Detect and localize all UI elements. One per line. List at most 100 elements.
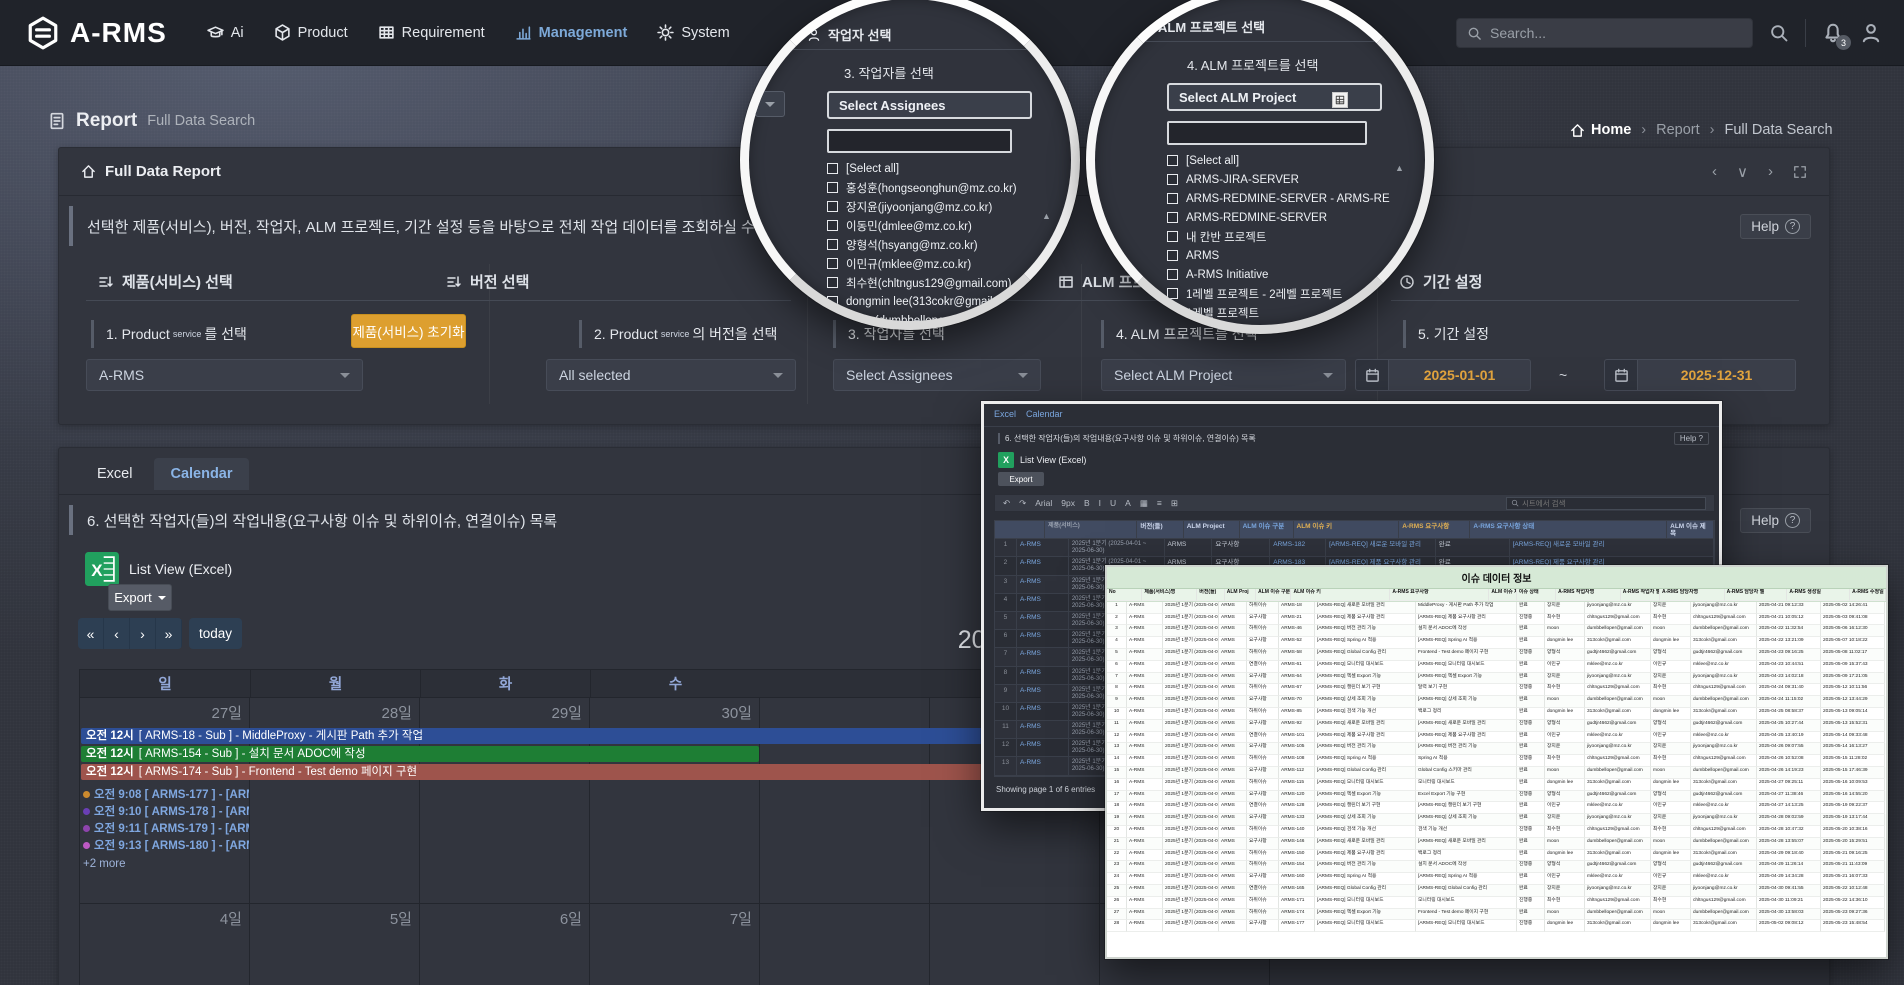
date-from-calendar-button[interactable] [1355,359,1389,391]
checkbox-icon[interactable] [1167,212,1178,223]
table-row[interactable]: 21 A-RMS 2025년 1분기 (2025-04-01 ~ 2025-06… [1107,838,1886,850]
next-month-button[interactable]: › [130,618,156,649]
checkbox-icon[interactable] [827,277,838,288]
checkbox-icon[interactable] [1167,231,1178,242]
mini-tab-excel[interactable]: Excel [994,409,1016,419]
fill-color-button[interactable]: ▦ [1140,498,1148,509]
table-row[interactable]: 16 A-RMS 2025년 1분기 (2025-04-01 ~ 2025-06… [1107,779,1886,791]
assignee-option[interactable]: moon(dumbbelloper@gmail.com) [827,311,1067,321]
search-input[interactable] [1490,25,1742,41]
date-label[interactable]: 28일 [250,698,420,723]
tab-excel[interactable]: Excel [81,458,148,490]
checkbox-icon[interactable] [827,258,838,269]
table-row[interactable]: 18 A-RMS 2025년 1분기 (2025-04-01 ~ 2025-06… [1107,802,1886,814]
checkbox-icon[interactable] [1167,269,1178,280]
table-row[interactable]: 15 A-RMS 2025년 1분기 (2025-04-01 ~ 2025-06… [1107,767,1886,779]
mini-export-button[interactable]: Export [998,472,1044,486]
collapse-right-icon[interactable]: › [1768,163,1773,180]
alm-project-option[interactable]: ARMS [1167,246,1417,265]
calendar-event-bar[interactable]: 오전 12시[ ARMS-154 - Sub ] - 설치 문서 ADOC에 작… [81,746,759,762]
undo-icon[interactable]: ↶ [1003,498,1010,509]
alm-project-option[interactable]: ARMS-REDMINE-SERVER [1167,208,1417,227]
mini-help-button[interactable]: Help ? [1674,432,1709,445]
assignee-option[interactable]: 이동민(dmlee@mz.co.kr) [827,216,1067,235]
table-row[interactable]: 1 A-RMS 2025년 1분기 (2025-04-01 ~ 2025-06-… [1107,602,1886,614]
table-row[interactable]: 13 A-RMS 2025년 1분기 (2025-04-01 ~ 2025-06… [1107,743,1886,755]
global-search[interactable] [1456,18,1753,48]
calendar-event-item[interactable]: 오전 9:13 [ ARMS-180 ] - [ARMS-REQ] 상세 [83,838,249,855]
alm-project-option[interactable]: ARMS-PHM [1167,322,1417,325]
brand-logo[interactable]: A-RMS [26,16,167,50]
menu-item-management[interactable]: Management [515,24,628,41]
assignee-option[interactable]: [Select all] [827,159,1067,178]
date-label[interactable]: 5일 [250,904,420,929]
menu-item-requirement[interactable]: Requirement [378,24,485,41]
calendar-event-item[interactable]: 오전 9:11 [ ARMS-179 ] - [ARMS-REQ] 캐럿 [83,821,249,838]
table-row[interactable]: 28 A-RMS 2025년 1분기 (2025-04-01 ~ 2025-06… [1107,920,1886,932]
next-year-button[interactable]: » [156,618,182,649]
table-row[interactable]: 8 A-RMS 2025년 1분기 (2025-04-01 ~ 2025-06-… [1107,684,1886,696]
date-label[interactable]: 29일 [420,698,590,723]
today-button[interactable]: today [189,618,242,649]
checkbox-icon[interactable] [827,182,838,193]
alm-filter-input[interactable] [1167,121,1367,145]
product-select[interactable]: A-RMS [86,359,363,391]
search-submit-button[interactable] [1769,23,1789,43]
date-label[interactable]: 4일 [80,904,250,929]
checkbox-icon[interactable] [827,201,838,212]
alm-project-option[interactable]: 1레벨 프로젝트 [1167,303,1417,322]
product-reset-button[interactable]: 제품(서비스) 초기화 [351,314,466,348]
table-row[interactable]: 10 A-RMS 2025년 1분기 (2025-04-01 ~ 2025-06… [1107,708,1886,720]
menu-item-product[interactable]: Product [274,24,348,41]
menu-item-ai[interactable]: Ai [207,24,244,41]
calendar-event-item[interactable]: 오전 9:10 [ ARMS-178 ] - [ARMS-REQ] 엑셀 [83,804,249,821]
scrollbar-up-icon[interactable]: ▲ [1042,211,1051,221]
date-label[interactable]: 27일 [80,698,250,723]
alm-project-option[interactable]: [Select all] [1167,151,1417,170]
checkbox-icon[interactable] [827,220,838,231]
prev-year-button[interactable]: « [78,618,104,649]
table-row[interactable]: 25 A-RMS 2025년 1분기 (2025-04-01 ~ 2025-06… [1107,885,1886,897]
table-row[interactable]: 5 A-RMS 2025년 1분기 (2025-04-01 ~ 2025-06-… [1107,649,1886,661]
checkbox-icon[interactable] [1167,288,1178,299]
assignee-filter-input[interactable] [827,129,1012,153]
table-row[interactable]: 9 A-RMS 2025년 1분기 (2025-04-01 ~ 2025-06-… [1107,696,1886,708]
table-row[interactable]: 14 A-RMS 2025년 1분기 (2025-04-01 ~ 2025-06… [1107,755,1886,767]
table-row[interactable]: 19 A-RMS 2025년 1분기 (2025-04-01 ~ 2025-06… [1107,814,1886,826]
table-row[interactable]: 22 A-RMS 2025년 1분기 (2025-04-01 ~ 2025-06… [1107,850,1886,862]
notification-bell-button[interactable]: 3 [1822,22,1844,44]
breadcrumb-report[interactable]: Report [1656,122,1700,138]
sheet-search-box[interactable] [1506,497,1706,510]
assignee-option[interactable]: 장지윤(jiyoonjang@mz.co.kr) [827,197,1067,216]
help-button[interactable]: Help ? [1740,508,1811,533]
alm-project-select[interactable]: Select ALM Project [1101,359,1346,391]
breadcrumb-home[interactable]: Home [1570,122,1631,138]
checkbox-icon[interactable] [1167,193,1178,204]
collapse-down-icon[interactable]: ∨ [1737,163,1748,181]
table-row[interactable]: 26 A-RMS 2025년 1분기 (2025-04-01 ~ 2025-06… [1107,897,1886,909]
alm-project-option[interactable]: 내 칸반 프로젝트 [1167,227,1417,246]
assignee-option[interactable]: 이민규(mklee@mz.co.kr) [827,254,1067,273]
table-row[interactable]: 6 A-RMS 2025년 1분기 (2025-04-01 ~ 2025-06-… [1107,661,1886,673]
table-row[interactable]: 23 A-RMS 2025년 1분기 (2025-04-01 ~ 2025-06… [1107,861,1886,873]
table-row[interactable]: 1 A-RMS 2025년 1분기 (2025-04-01 ~ 2025-06-… [995,539,1714,557]
italic-button[interactable]: I [1099,498,1101,508]
checkbox-icon[interactable] [1167,174,1178,185]
assignee-option[interactable]: 홍성훈(hongseonghun@mz.co.kr) [827,178,1067,197]
alm-project-option[interactable]: A-RMS Initiative [1167,265,1417,284]
menu-item-system[interactable]: System [657,24,729,41]
sheet-search-input[interactable] [1522,499,1701,508]
table-row[interactable]: 17 A-RMS 2025년 1분기 (2025-04-01 ~ 2025-06… [1107,791,1886,803]
version-select[interactable]: All selected [546,359,796,391]
table-row[interactable]: 4 A-RMS 2025년 1분기 (2025-04-01 ~ 2025-06-… [1107,637,1886,649]
assignee-select[interactable]: Select Assignees [833,359,1041,391]
checkbox-icon[interactable] [1167,307,1178,318]
collapse-left-icon[interactable]: ‹ [1712,163,1717,180]
scrollbar-up-icon[interactable]: ▲ [1395,163,1404,173]
magnified-assignee-select[interactable]: Select Assignees [827,91,1032,119]
table-row[interactable]: 2 A-RMS 2025년 1분기 (2025-04-01 ~ 2025-06-… [1107,614,1886,626]
magnified-alm-select[interactable]: Select ALM Project [1167,83,1382,111]
date-to-input[interactable]: 2025-12-31 [1638,359,1796,391]
bold-button[interactable]: B [1084,498,1090,508]
export-button[interactable]: Export [108,584,172,611]
